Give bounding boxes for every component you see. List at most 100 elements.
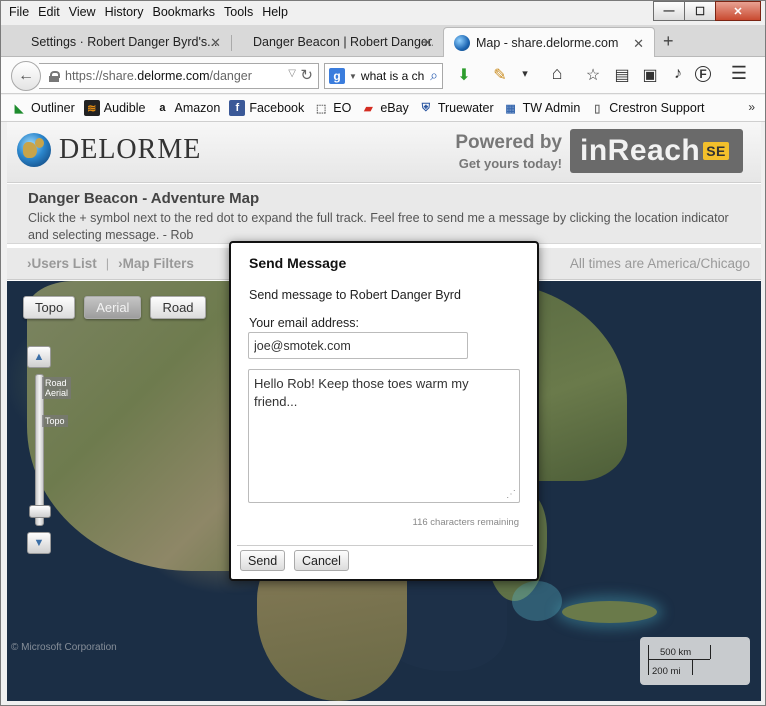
characters-remaining: 116 characters remaining bbox=[412, 517, 520, 528]
menu-icon[interactable]: ☰ bbox=[728, 63, 750, 84]
back-arrow-icon: ← bbox=[18, 67, 34, 84]
menu-bookmarks[interactable]: Bookmarks bbox=[152, 5, 215, 19]
powered-by-text: Powered by Get yours today! bbox=[455, 132, 562, 171]
map-title: Danger Beacon - Adventure Map bbox=[28, 190, 260, 207]
home-icon[interactable]: ⌂ bbox=[546, 63, 568, 84]
map-copyright: © Microsoft Corporation bbox=[11, 642, 117, 653]
map-type-aerial-button[interactable]: Aerial bbox=[84, 296, 142, 319]
minimize-button[interactable]: — bbox=[653, 1, 685, 21]
extension-icon[interactable]: ♪ bbox=[667, 65, 689, 83]
map-type-road-button[interactable]: Road bbox=[150, 296, 206, 319]
menu-edit[interactable]: Edit bbox=[38, 5, 60, 19]
browser-window: File Edit View History Bookmarks Tools H… bbox=[0, 0, 766, 706]
bookmark-label: Amazon bbox=[174, 101, 221, 115]
globe-icon bbox=[454, 35, 470, 51]
bookmark-label: Truewater bbox=[437, 101, 494, 115]
map-filters-link[interactable]: ›Map Filters bbox=[118, 256, 194, 271]
scale-tick bbox=[648, 645, 649, 659]
tab-close-icon[interactable]: ✕ bbox=[210, 35, 221, 51]
engine-dropdown-icon[interactable]: ▼ bbox=[349, 72, 357, 81]
send-button[interactable]: Send bbox=[240, 550, 286, 571]
profile-icon[interactable]: F bbox=[695, 66, 711, 82]
menu-help[interactable]: Help bbox=[262, 5, 288, 19]
tab-title: Map - share.delorme.com bbox=[476, 35, 619, 50]
dropdown-arrow-icon[interactable]: ▾ bbox=[514, 67, 536, 80]
map-type-topo-button[interactable]: Topo bbox=[23, 296, 76, 319]
cancel-button[interactable]: Cancel bbox=[294, 550, 349, 571]
zoom-slider-handle[interactable] bbox=[29, 505, 51, 518]
tab-map[interactable]: Map - share.delorme.com ✕ bbox=[443, 27, 655, 57]
tab-danger-beacon[interactable]: Danger Beacon | Robert Danger... ✕ bbox=[231, 27, 443, 57]
bookmark-label: TW Admin bbox=[522, 101, 581, 115]
bookmark-label: Facebook bbox=[249, 101, 305, 115]
eo-icon: ⬚ bbox=[316, 102, 327, 115]
star-icon[interactable]: ☆ bbox=[582, 65, 604, 85]
menu-view[interactable]: View bbox=[69, 5, 96, 19]
back-button[interactable]: ← bbox=[11, 61, 41, 91]
bookmark-truewater[interactable]: ⛨ Truewater bbox=[418, 100, 494, 116]
scale-bar bbox=[648, 659, 710, 660]
shallow-water bbox=[512, 581, 562, 621]
bookmark-facebook[interactable]: f Facebook bbox=[229, 100, 304, 116]
maximize-button[interactable]: ☐ bbox=[684, 1, 716, 21]
bookmark-label: Crestron Support bbox=[609, 101, 705, 115]
map-type-switcher: Topo Aerial Road bbox=[23, 296, 215, 319]
bookmark-label: eBay bbox=[380, 101, 409, 115]
powered-by-label: Powered by bbox=[455, 131, 562, 153]
tab-close-icon[interactable]: ✕ bbox=[633, 36, 644, 52]
url-bar[interactable]: https://share. delorme.com/danger ▽ ↻ bbox=[39, 63, 319, 89]
site-header: DELORME Powered by Get yours today! inRe… bbox=[7, 122, 761, 183]
tab-strip: Settings · Robert Danger Byrd's... ✕ Dan… bbox=[1, 25, 765, 57]
menu-tools[interactable]: Tools bbox=[224, 5, 253, 19]
scale-tick bbox=[710, 645, 711, 659]
bookmark-amazon[interactable]: a Amazon bbox=[154, 100, 220, 116]
chevron-up-icon: ▲ bbox=[33, 351, 45, 363]
bookmark-label: Audible bbox=[103, 101, 146, 115]
close-window-button[interactable]: ✕ bbox=[715, 1, 761, 21]
search-input[interactable]: what is a ch bbox=[361, 69, 425, 83]
bookmark-audible[interactable]: ≋ Audible bbox=[83, 100, 146, 116]
bookmark-tw-admin[interactable]: ▦ TW Admin bbox=[503, 100, 581, 116]
bookmarks-overflow-icon[interactable]: » bbox=[748, 100, 755, 114]
tab-close-icon[interactable]: ✕ bbox=[422, 35, 433, 51]
menu-history[interactable]: History bbox=[105, 5, 144, 19]
resize-grip-icon[interactable]: ⋰ bbox=[506, 489, 516, 500]
message-textarea[interactable]: Hello Rob! Keep those toes warm my frien… bbox=[248, 369, 520, 503]
bookmark-crestron-support[interactable]: ▯ Crestron Support bbox=[589, 100, 704, 116]
email-label: Your email address: bbox=[249, 316, 360, 330]
audible-icon: ≋ bbox=[83, 100, 100, 116]
zoom-out-button[interactable]: ▼ bbox=[27, 532, 51, 554]
reload-icon[interactable]: ↻ bbox=[300, 66, 313, 84]
new-tab-icon[interactable]: + bbox=[663, 31, 674, 52]
zoom-slider[interactable]: Road Aerial Topo bbox=[29, 374, 71, 526]
url-prefix: https://share. bbox=[65, 69, 138, 83]
zoom-in-button[interactable]: ▲ bbox=[27, 346, 51, 368]
search-bar[interactable]: g ▼ what is a ch ⌕ bbox=[324, 63, 443, 89]
truewater-icon: ⛨ bbox=[421, 101, 430, 114]
download-icon[interactable]: ⬇ bbox=[453, 65, 475, 85]
dialog-divider bbox=[237, 545, 533, 546]
reader-icon[interactable]: ▤ bbox=[611, 65, 633, 85]
navigation-bar: https://share. delorme.com/danger ▽ ↻ ← g… bbox=[1, 57, 765, 94]
screenshot-icon[interactable]: ▣ bbox=[639, 65, 661, 85]
bookmarks-bar: ◣ Outliner ≋ Audible a Amazon f Facebook… bbox=[1, 95, 765, 122]
bookmark-outliner[interactable]: ◣ Outliner bbox=[11, 100, 75, 116]
pencil-icon[interactable]: ✎ bbox=[489, 65, 511, 85]
zoom-control: ▲ Road Aerial Topo ▼ bbox=[27, 346, 71, 554]
email-field[interactable] bbox=[248, 332, 468, 359]
inreach-banner[interactable]: Powered by Get yours today! inReach SE bbox=[455, 129, 743, 173]
chevron-down-icon: ▼ bbox=[33, 537, 45, 549]
users-list-link[interactable]: ›Users List bbox=[27, 256, 97, 271]
bookmark-ebay[interactable]: ▰ eBay bbox=[360, 100, 409, 116]
url-domain: delorme.com bbox=[137, 69, 210, 83]
tab-settings[interactable]: Settings · Robert Danger Byrd's... ✕ bbox=[9, 27, 232, 57]
search-icon[interactable]: ⌕ bbox=[430, 67, 438, 84]
delorme-logo[interactable]: DELORME bbox=[17, 133, 201, 167]
history-dropdown-icon[interactable]: ▽ bbox=[288, 68, 296, 79]
bookmark-eo[interactable]: ⬚ EO bbox=[313, 100, 351, 116]
menu-file[interactable]: File bbox=[9, 5, 29, 19]
google-icon[interactable]: g bbox=[329, 68, 345, 84]
send-message-dialog: Send Message Send message to Robert Dang… bbox=[229, 241, 539, 581]
tab-title: Danger Beacon | Robert Danger... bbox=[253, 35, 433, 49]
island-region bbox=[562, 601, 657, 623]
